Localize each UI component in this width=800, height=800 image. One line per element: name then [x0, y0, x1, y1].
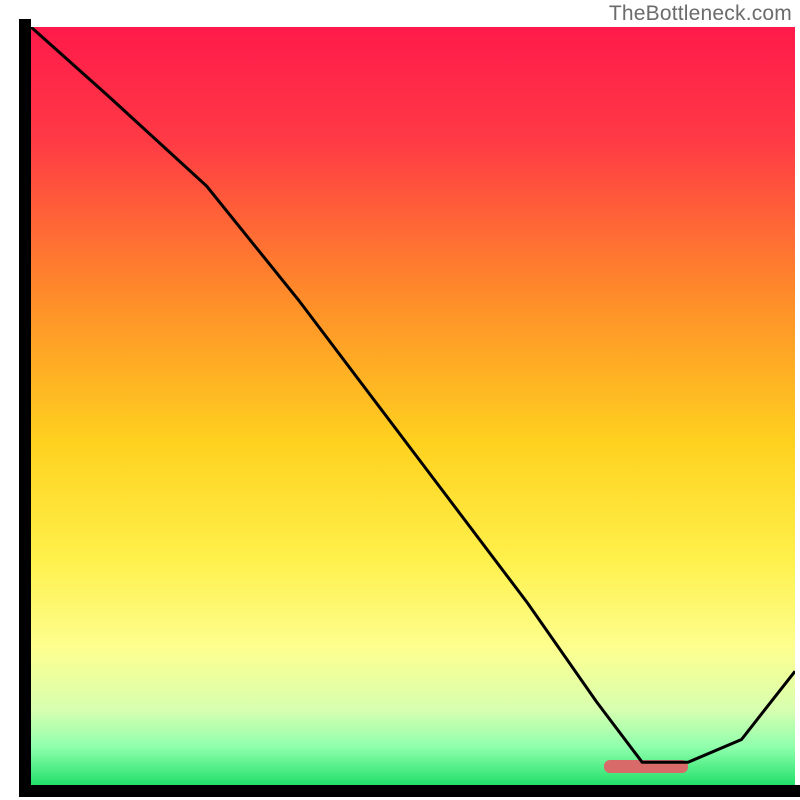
heatmap-gradient [31, 27, 795, 785]
bottleneck-chart [0, 0, 800, 800]
plot-area [31, 27, 795, 785]
chart-container: TheBottleneck.com [0, 0, 800, 800]
